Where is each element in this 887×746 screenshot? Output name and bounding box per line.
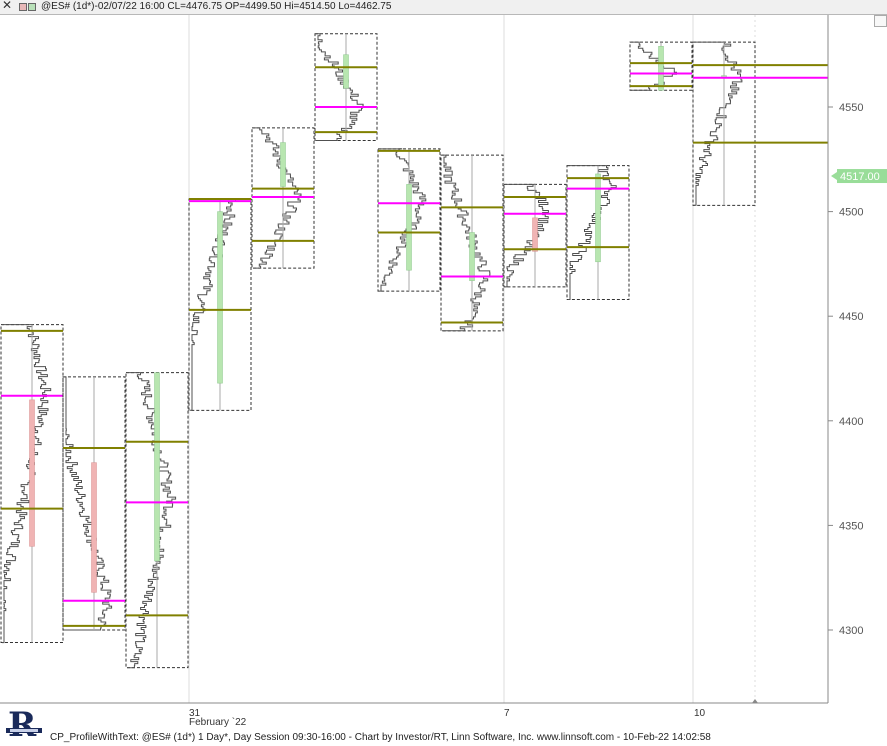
down-candle-body (29, 399, 35, 547)
price-tick-label: 4550 (839, 102, 863, 114)
up-candle-body (343, 54, 349, 89)
investor-rt-logo: R (6, 705, 42, 744)
volume-profile (2, 324, 52, 644)
sessions-layer (0, 33, 828, 669)
volume-profile (316, 33, 364, 141)
current-bar-marker-icon (752, 699, 758, 703)
last-price-label: 4517.00 (840, 171, 880, 183)
price-tick-label: 4450 (839, 311, 863, 323)
price-tick-label: 4350 (839, 520, 863, 532)
session-4 (188, 198, 252, 411)
session-8 (440, 154, 504, 332)
volume-profile (631, 41, 677, 91)
down-candle-body (532, 217, 538, 252)
session-11 (629, 41, 693, 91)
volume-profile (694, 41, 743, 206)
volume-profile (127, 372, 177, 669)
session-9 (503, 183, 567, 288)
grid-layer (188, 15, 756, 703)
session-1 (0, 324, 64, 644)
date-tick-label: February `22 (189, 716, 247, 728)
volume-profile (379, 148, 427, 292)
volume-profile (190, 198, 236, 411)
session-10 (566, 165, 630, 300)
date-tick-label: 7 (504, 708, 510, 719)
session-7 (377, 148, 441, 292)
svg-text:R: R (8, 705, 37, 744)
price-tick-label: 4400 (839, 416, 863, 428)
up-candle-body (595, 173, 601, 263)
session-5 (251, 127, 315, 269)
price-tick-label: 4500 (839, 207, 863, 219)
up-candle-body (469, 232, 475, 281)
up-candle-body (658, 46, 664, 91)
price-axis: 4300 4350 4400 4450 4500 4550 4517.00 (0, 15, 887, 704)
up-candle-body (154, 372, 160, 562)
session-12 (692, 41, 756, 206)
market-profile-chart: 4300435044004450450045504517.00 31Februa… (0, 15, 887, 728)
volume-profile (505, 183, 549, 288)
session-6 (314, 33, 378, 141)
volume-profile (253, 127, 302, 269)
date-tick-label: 10 (694, 708, 706, 719)
footer-caption: CP_ProfileWithText: @ES# (1d*) 1 Day*, D… (50, 732, 711, 743)
down-candle-body (91, 462, 97, 593)
last-price-arrow-icon (831, 172, 837, 181)
volume-profile (568, 165, 617, 300)
volume-profile (442, 154, 491, 332)
up-candle-body (406, 184, 412, 271)
volume-profile (64, 376, 113, 631)
session-3 (125, 372, 189, 669)
session-2 (62, 376, 126, 631)
price-tick-label: 4300 (839, 625, 863, 637)
up-candle-body (280, 142, 286, 187)
up-candle-body (217, 211, 223, 384)
